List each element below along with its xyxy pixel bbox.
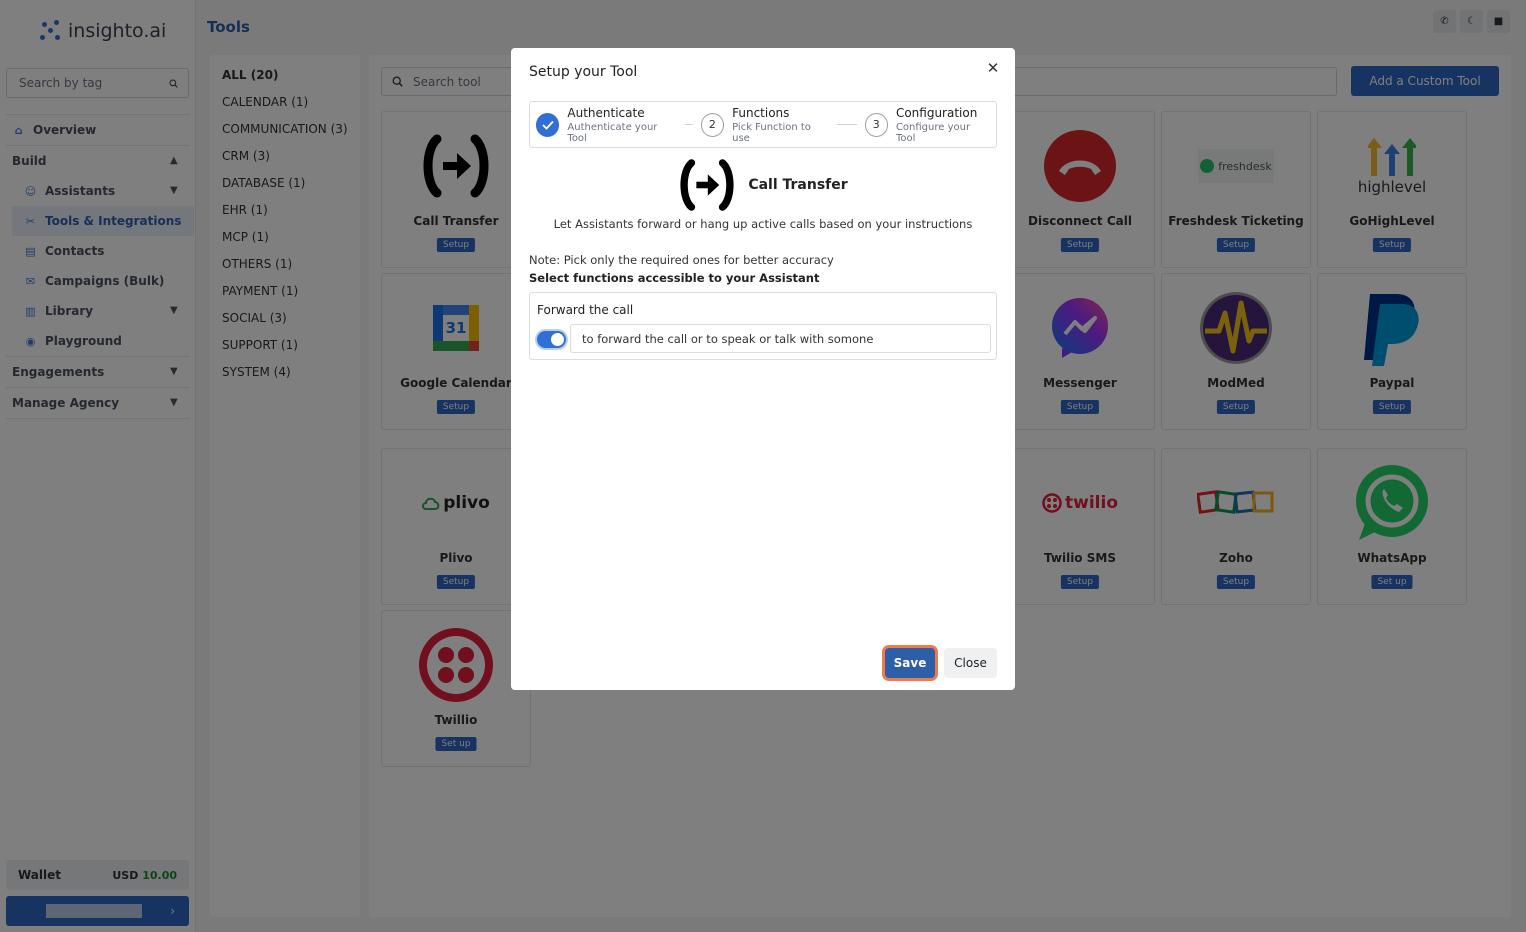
- step-title: Configuration: [895, 105, 978, 120]
- step-connector: [837, 124, 857, 125]
- step-text: Authenticate Authenticate your Tool: [567, 106, 677, 144]
- step-authenticate[interactable]: Authenticate Authenticate your Tool: [536, 106, 677, 144]
- accuracy-note: Note: Pick only the required ones for be…: [529, 253, 834, 267]
- step-number: 3: [864, 112, 888, 137]
- tool-header: Call Transfer: [511, 158, 1015, 212]
- save-button[interactable]: Save: [885, 648, 935, 678]
- setup-stepper: Authenticate Authenticate your Tool 2 Fu…: [529, 101, 997, 148]
- step-text: Configuration Configure your Tool: [896, 106, 990, 144]
- check-icon: [536, 112, 560, 137]
- function-instruction-input[interactable]: [570, 324, 991, 353]
- function-forward-call: Forward the call: [529, 292, 997, 360]
- step-number: 2: [700, 112, 725, 137]
- close-button[interactable]: Close: [944, 648, 997, 678]
- functions-label: Select functions accessible to your Assi…: [529, 271, 820, 285]
- tool-description: Let Assistants forward or hang up active…: [553, 217, 973, 231]
- step-title: Functions: [732, 105, 790, 120]
- step-title: Authenticate: [567, 105, 645, 120]
- step-connector: [684, 124, 693, 125]
- step-subtitle: Pick Function to use: [732, 121, 811, 144]
- setup-tool-modal: Setup your Tool ✕ Authenticate Authentic…: [511, 48, 1015, 690]
- function-enabled-toggle[interactable]: [537, 331, 566, 348]
- step-configuration[interactable]: 3 Configuration Configure your Tool: [864, 106, 990, 144]
- function-title: Forward the call: [537, 303, 634, 317]
- tool-name: Call Transfer: [748, 177, 848, 193]
- step-text: Functions Pick Function to use: [732, 106, 829, 144]
- step-functions[interactable]: 2 Functions Pick Function to use: [700, 106, 829, 144]
- modal-title: Setup your Tool: [529, 64, 638, 80]
- call-transfer-icon: [680, 159, 734, 211]
- close-icon[interactable]: ✕: [985, 59, 1001, 77]
- step-subtitle: Authenticate your Tool: [567, 121, 658, 144]
- step-subtitle: Configure your Tool: [895, 121, 971, 144]
